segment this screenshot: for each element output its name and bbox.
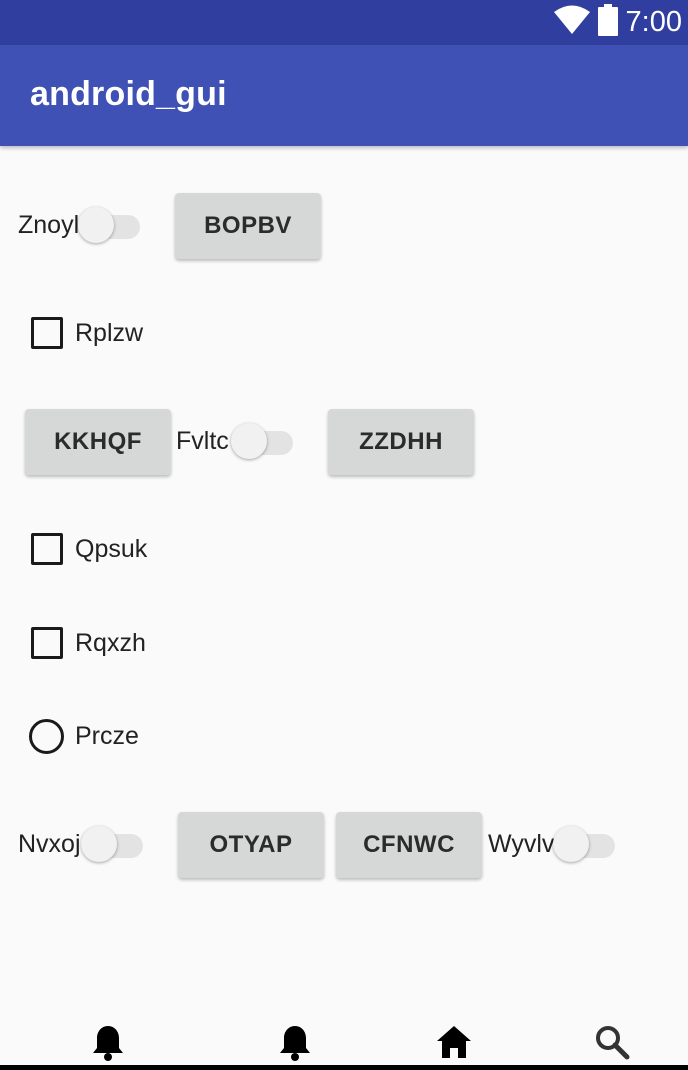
app-bar: android_gui	[0, 45, 688, 146]
checkbox-label-qpsuk: Qpsuk	[75, 535, 148, 563]
checkbox-qpsuk[interactable]	[31, 533, 63, 565]
checkbox-label-rplzw: Rplzw	[75, 319, 144, 347]
status-bar: 7:00	[0, 0, 688, 45]
nav-home[interactable]	[424, 1024, 484, 1066]
bopbv-button[interactable]: BOPBV	[175, 193, 321, 259]
status-icons: 7:00	[553, 0, 682, 45]
switch-thumb	[553, 826, 589, 862]
battery-icon	[597, 4, 618, 41]
bottom-nav	[0, 1010, 688, 1070]
zzdhh-button[interactable]: ZZDHH	[328, 409, 474, 475]
switch-label-nvxoj: Nvxoj	[18, 830, 81, 858]
radio-label-prcze: Prcze	[75, 722, 139, 750]
home-icon	[435, 1024, 473, 1066]
otyap-button[interactable]: OTYAP	[178, 812, 324, 878]
checkbox-label-rqxzh: Rqxzh	[75, 629, 146, 657]
app-title: android_gui	[30, 75, 227, 113]
nav-bell-1[interactable]	[78, 1024, 138, 1066]
switch-wyvlv[interactable]	[553, 822, 619, 866]
switch-thumb	[81, 826, 117, 862]
nav-search[interactable]	[582, 1024, 642, 1066]
switch-thumb	[231, 423, 267, 459]
radio-prcze[interactable]	[29, 719, 64, 754]
switch-znoyl[interactable]	[78, 203, 144, 247]
switch-label-fvltc: Fvltc	[176, 427, 229, 455]
bell-icon	[92, 1024, 124, 1066]
switch-fvltc[interactable]	[231, 419, 297, 463]
cfnwc-button[interactable]: CFNWC	[336, 812, 482, 878]
bell-icon	[279, 1024, 311, 1066]
switch-thumb	[78, 207, 114, 243]
switch-label-wyvlv: Wyvlv	[488, 830, 555, 858]
checkbox-rplzw[interactable]	[31, 317, 63, 349]
nav-bell-2[interactable]	[265, 1024, 325, 1066]
wifi-icon	[553, 5, 590, 40]
bottom-divider	[0, 1065, 688, 1070]
switch-label-znoyl: Znoyl	[18, 211, 80, 239]
search-icon	[594, 1024, 630, 1066]
kkhqf-button[interactable]: KKHQF	[25, 409, 171, 475]
switch-nvxoj[interactable]	[81, 822, 147, 866]
status-time: 7:00	[625, 6, 682, 38]
checkbox-rqxzh[interactable]	[31, 627, 63, 659]
